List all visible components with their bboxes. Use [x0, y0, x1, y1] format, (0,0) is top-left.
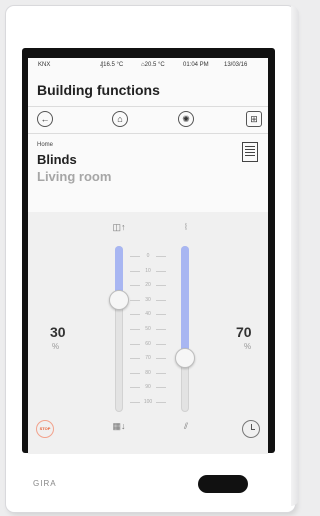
- page-indicator: [28, 447, 268, 454]
- back-arrow-icon[interactable]: ←: [37, 111, 53, 127]
- scale-tick: 100: [126, 399, 170, 405]
- window-down-icon: ▦↓: [112, 421, 126, 431]
- page-title: Building functions: [37, 82, 160, 98]
- status-bar: KNX ₰16.5 °C ⌂20.5 °C 01:04 PM 13/03/16: [28, 58, 268, 72]
- slat-position-handle[interactable]: [175, 348, 195, 369]
- brand-logo: GIRA: [33, 479, 57, 488]
- slat-position-slider[interactable]: [175, 246, 195, 412]
- slats-open-icon: ⦚: [185, 222, 187, 232]
- clock-time: 01:04 PM: [183, 62, 209, 68]
- blind-position-slider[interactable]: [109, 246, 129, 412]
- clock-date: 13/03/16: [224, 62, 248, 68]
- scale-tick: 70: [126, 355, 170, 361]
- room-name: Living room: [37, 169, 112, 184]
- temperature-2: ⌂20.5 °C: [141, 62, 165, 68]
- slats-closed-icon: ⫽: [183, 421, 188, 431]
- slat-position-fill: [181, 246, 189, 359]
- knx-label: KNX: [38, 62, 51, 68]
- scale-tick: 80: [126, 370, 170, 376]
- scale-tick: 90: [126, 384, 170, 390]
- scale-tick: 30: [126, 297, 170, 303]
- grid-icon[interactable]: ⊞: [246, 111, 262, 127]
- function-title: Blinds: [37, 152, 77, 167]
- navigation-bar: ← ⌂ ✺ ⊞: [28, 106, 268, 134]
- control-panel: ◫↑ ⦚ 0 10 20 30 40 50 60 70 80 90 100 30 % 70 % ▦↓…: [28, 212, 268, 454]
- scale-tick: 60: [126, 341, 170, 347]
- stop-button[interactable]: STOP: [36, 420, 54, 438]
- blinds-icon: [242, 142, 258, 162]
- gear-icon[interactable]: ✺: [178, 111, 194, 127]
- breadcrumb: Home: [37, 142, 54, 148]
- blind-position-value: 30: [50, 324, 66, 340]
- timer-clock-icon[interactable]: [242, 420, 260, 438]
- proximity-sensor: [198, 475, 248, 493]
- temperature-1: ₰16.5 °C: [100, 62, 124, 68]
- slat-position-unit: %: [244, 342, 252, 351]
- device-side: [291, 6, 299, 506]
- scale-tick: 10: [126, 268, 170, 274]
- scale-tick: 20: [126, 282, 170, 288]
- scale-tick: 50: [126, 326, 170, 332]
- slat-position-value: 70: [236, 324, 252, 340]
- touch-screen: KNX ₰16.5 °C ⌂20.5 °C 01:04 PM 13/03/16 …: [28, 58, 268, 454]
- blind-position-unit: %: [52, 342, 60, 351]
- window-up-icon: ◫↑: [112, 222, 126, 232]
- home-icon[interactable]: ⌂: [112, 111, 128, 127]
- scale-tick: 40: [126, 311, 170, 317]
- scale-tick: 0: [126, 253, 170, 259]
